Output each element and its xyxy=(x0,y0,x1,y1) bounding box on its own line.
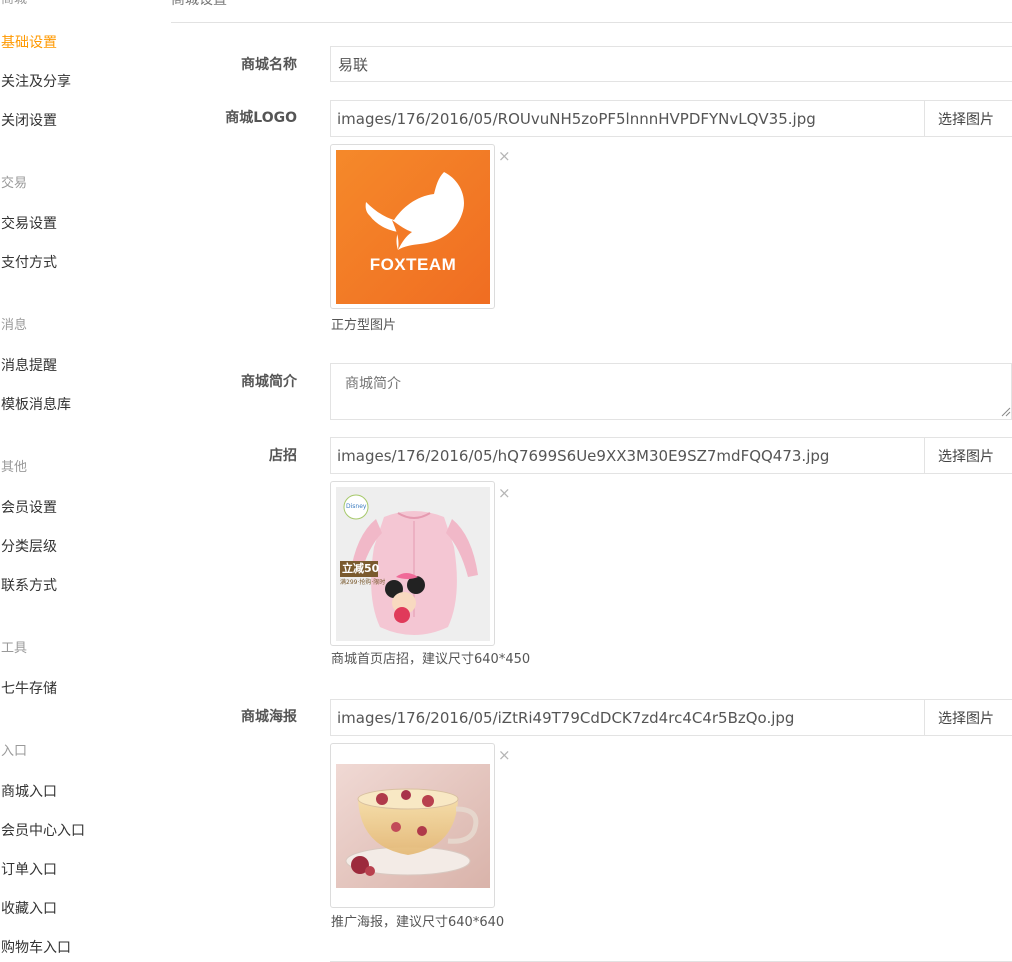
shop-banner-remove-icon[interactable]: × xyxy=(498,486,511,501)
sidebar-item-member-center-entry[interactable]: 会员中心入口 xyxy=(1,822,85,840)
sidebar-group-title-entry: 入口 xyxy=(1,744,28,759)
shop-logo-label: 商城LOGO xyxy=(225,110,297,126)
shop-poster-remove-icon[interactable]: × xyxy=(498,748,511,763)
shop-poster-select-image-button[interactable]: 选择图片 xyxy=(924,699,1012,736)
logo-wordmark: FOXTEAM xyxy=(369,255,457,274)
shop-banner-path-input[interactable] xyxy=(330,437,925,474)
shop-name-label: 商城名称 xyxy=(241,57,297,73)
shop-banner-label: 店招 xyxy=(269,448,297,464)
sidebar: 商城 基础设置 关注及分享 关闭设置 交易 交易设置 支付方式 消息 消息提醒 … xyxy=(0,0,160,962)
banner-image: 立减50 满299·抢购·限时 Disney xyxy=(336,487,490,641)
shop-poster-preview xyxy=(330,743,495,908)
shop-intro-label: 商城简介 xyxy=(241,374,297,390)
sidebar-item-payment-methods[interactable]: 支付方式 xyxy=(1,254,57,272)
sidebar-item-follow-share[interactable]: 关注及分享 xyxy=(1,73,71,91)
sidebar-group-title-trade: 交易 xyxy=(1,176,28,191)
shop-poster-path-input[interactable] xyxy=(330,699,925,736)
sidebar-item-member-settings[interactable]: 会员设置 xyxy=(1,499,57,517)
shop-logo-help-text: 正方型图片 xyxy=(331,318,397,333)
sidebar-group-title-tools: 工具 xyxy=(1,641,28,656)
shop-logo-select-image-button[interactable]: 选择图片 xyxy=(924,100,1012,137)
sidebar-item-order-entry[interactable]: 订单入口 xyxy=(1,861,57,879)
poster-image xyxy=(336,749,490,903)
fox-logo-icon xyxy=(365,172,464,250)
sidebar-item-template-message-library[interactable]: 模板消息库 xyxy=(1,396,71,414)
shop-poster-help-text: 推广海报，建议尺寸640*640 xyxy=(331,915,505,930)
banner-brand-text: Disney xyxy=(346,503,367,510)
sidebar-item-cart-entry[interactable]: 购物车入口 xyxy=(1,939,71,957)
sidebar-item-category-levels[interactable]: 分类层级 xyxy=(1,538,57,556)
shop-intro-textarea[interactable] xyxy=(330,363,1012,420)
header-divider xyxy=(171,22,1012,23)
rose-tea-cup-illustration xyxy=(336,764,490,888)
sidebar-item-favorites-entry[interactable]: 收藏入口 xyxy=(1,900,57,918)
sidebar-item-close-settings[interactable]: 关闭设置 xyxy=(1,112,57,130)
sidebar-group-title-message: 消息 xyxy=(1,318,28,333)
sidebar-item-basic-settings[interactable]: 基础设置 xyxy=(1,34,57,52)
sidebar-group-title-other: 其他 xyxy=(1,460,28,475)
page-title: 商城设置 xyxy=(171,0,227,8)
sidebar-item-shop-entry[interactable]: 商城入口 xyxy=(1,783,57,801)
sidebar-item-qiniu-storage[interactable]: 七牛存储 xyxy=(1,680,57,698)
shop-logo-path-input[interactable] xyxy=(330,100,925,137)
shop-banner-select-image-button[interactable]: 选择图片 xyxy=(924,437,1012,474)
settings-page: 商城 基础设置 关注及分享 关闭设置 交易 交易设置 支付方式 消息 消息提醒 … xyxy=(0,0,1012,962)
sidebar-item-contact-info[interactable]: 联系方式 xyxy=(1,577,57,595)
shop-poster-label: 商城海报 xyxy=(241,709,297,725)
shop-banner-preview: 立减50 满299·抢购·限时 Disney xyxy=(330,481,495,646)
shop-logo-preview: FOXTEAM xyxy=(330,144,495,309)
shop-logo-remove-icon[interactable]: × xyxy=(498,149,511,164)
banner-small-text: 满299·抢购·限时 xyxy=(340,579,386,586)
logo-image: FOXTEAM xyxy=(336,150,490,304)
sidebar-item-trade-settings[interactable]: 交易设置 xyxy=(1,215,57,233)
resize-grip-icon[interactable] xyxy=(1000,406,1011,417)
sidebar-item-message-reminder[interactable]: 消息提醒 xyxy=(1,357,57,375)
sidebar-group-title-shop: 商城 xyxy=(1,0,27,8)
shop-banner-help-text: 商城首页店招，建议尺寸640*450 xyxy=(331,652,531,667)
banner-badge-text: 立减50 xyxy=(342,562,380,575)
shop-name-input[interactable] xyxy=(330,46,1012,82)
